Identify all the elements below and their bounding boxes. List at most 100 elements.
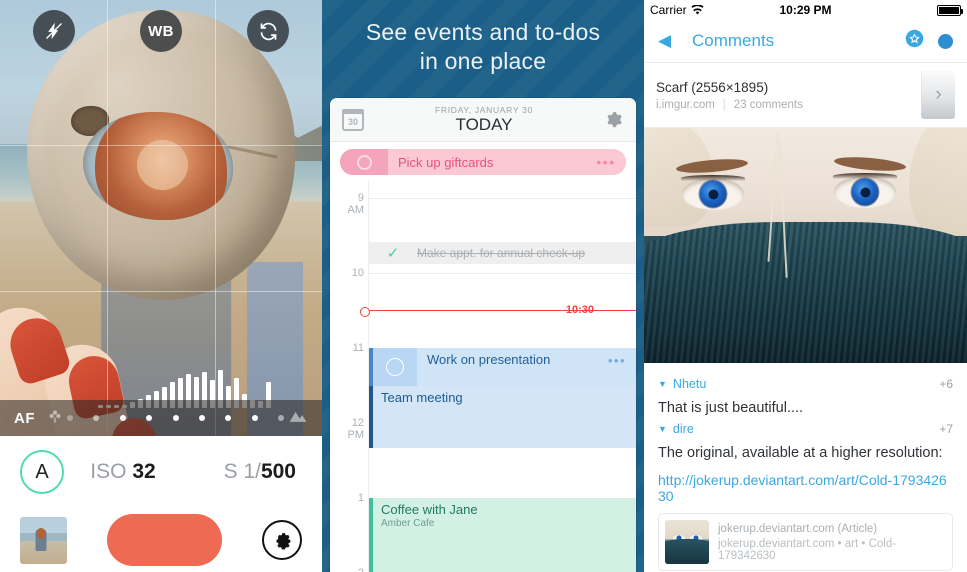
link-preview-text: jokerup.deviantart.com (Article) jokerup…	[718, 523, 946, 562]
comment-points: +6	[939, 377, 953, 391]
check-icon[interactable]: ✓	[369, 244, 417, 262]
white-balance-label: WB	[148, 22, 174, 40]
link-preview-card[interactable]: jokerup.deviantart.com (Article) jokerup…	[658, 513, 953, 571]
hour-label-text: 10	[351, 267, 364, 279]
calendar-events-column[interactable]: ✓ Make appt. for annual check-up Work on…	[368, 180, 636, 572]
camera-viewfinder[interactable]: WB AF	[0, 0, 322, 436]
shutter-area	[67, 514, 262, 566]
battery-full-icon	[937, 4, 963, 16]
switch-camera-button[interactable]	[247, 10, 290, 52]
current-time-line	[360, 306, 636, 317]
post-meta-row[interactable]: Scarf (2556×1895) i.imgur.com | 23 comme…	[644, 62, 967, 128]
comments-nav-bar: ◀ Comments	[644, 20, 967, 62]
favorite-button[interactable]	[905, 29, 924, 53]
hour-label-text: 1	[357, 492, 364, 504]
todo-more-button[interactable]: •••	[586, 154, 626, 170]
post-subtitle: i.imgur.com | 23 comments	[656, 99, 921, 111]
back-button[interactable]: ◀	[658, 31, 684, 51]
thumbnail-hair	[36, 527, 46, 539]
event-checkbox[interactable]	[373, 348, 417, 386]
calendar-app-frame: 30 FRIDAY, JANUARY 30 TODAY Pick up gift…	[330, 98, 636, 572]
iso-value: 32	[132, 460, 156, 483]
shutter-speed-readout[interactable]: S 1/500	[182, 460, 302, 484]
calendar-settings-button[interactable]	[604, 110, 624, 130]
hour-label-text: 11	[352, 342, 364, 354]
event-coffee-with-jane[interactable]: Coffee with Jane Amber Cafe	[369, 498, 636, 572]
completed-task-title: Make appt. for annual check-up	[417, 246, 586, 260]
todo-pill[interactable]: Pick up giftcards •••	[340, 149, 626, 175]
post-meta-text: Scarf (2556×1895) i.imgur.com | 23 comme…	[656, 80, 921, 111]
gear-icon	[607, 111, 622, 127]
status-dot-button[interactable]	[938, 33, 953, 49]
comment-header[interactable]: ▼ dire +7	[658, 422, 953, 436]
page-title: Comments	[692, 31, 775, 50]
landscape-mountain-icon[interactable]	[288, 408, 308, 429]
carrier-label: Carrier	[650, 3, 687, 17]
flash-off-icon	[45, 22, 62, 40]
calendar-title-block: FRIDAY, JANUARY 30 TODAY	[364, 105, 604, 134]
shutter-prefix: 1/	[243, 460, 261, 483]
calendar-day-number: 30	[347, 116, 358, 127]
hour-label-ampm: AM	[347, 204, 365, 216]
comment-username[interactable]: Nhetu	[673, 377, 939, 391]
post-image[interactable]	[644, 128, 967, 363]
event-more-button[interactable]: •••	[608, 353, 626, 368]
last-photo-thumbnail[interactable]	[20, 516, 67, 564]
auto-mode-button[interactable]: A	[20, 450, 64, 494]
hour-label: 2	[358, 567, 364, 572]
calendar-day-icon[interactable]: 30	[342, 108, 364, 131]
blue-dot-icon	[938, 33, 953, 49]
link-preview-thumbnail	[665, 520, 709, 564]
focus-distance-dots[interactable]	[63, 415, 288, 421]
hour-label: 11	[353, 342, 364, 354]
current-time-label: 10:30	[565, 304, 594, 316]
completed-task-row[interactable]: ✓ Make appt. for annual check-up	[369, 242, 636, 264]
collapse-caret-icon[interactable]: ▼	[658, 424, 667, 434]
calendar-promo-panel: See events and to-dos in one place 30 FR…	[322, 0, 644, 572]
eye-left	[682, 178, 744, 210]
comment-link[interactable]: http://jokerup.deviantart.com/art/Cold-1…	[658, 472, 953, 504]
comments-list: ▼ Nhetu +6 That is just beautiful.... ▼ …	[644, 363, 967, 571]
link-preview-title: jokerup.deviantart.com (Article)	[718, 522, 878, 535]
shutter-value: 500	[260, 460, 296, 483]
iso-readout[interactable]: ISO 32	[64, 460, 182, 484]
post-source: i.imgur.com	[656, 98, 715, 111]
ios-status-bar: Carrier 10:29 PM	[644, 0, 967, 20]
macro-flower-icon[interactable]	[47, 408, 63, 429]
status-time: 10:29 PM	[779, 3, 832, 17]
comments-app-panel: Carrier 10:29 PM ◀ Comments Scarf (2556×…	[644, 0, 967, 572]
iris-left	[699, 180, 727, 208]
af-label: AF	[14, 409, 35, 427]
eyelash-left	[681, 175, 745, 181]
preview-scarf	[665, 539, 709, 564]
camera-bottom-bar: A ISO 32 S 1/500	[0, 436, 322, 572]
switch-camera-icon	[260, 22, 277, 40]
carrier-block: Carrier	[650, 3, 753, 17]
calendar-day-grid[interactable]: 9 AM 10 11 12 PM 1 2	[330, 180, 636, 572]
hour-label: 1	[358, 492, 364, 504]
white-balance-button[interactable]: WB	[139, 10, 182, 52]
gear-icon	[276, 533, 291, 550]
focus-mode-bar[interactable]: AF	[0, 400, 322, 436]
iso-label: ISO	[90, 460, 127, 483]
hour-label-text: 12	[351, 417, 364, 429]
chevron-right-icon: ›	[935, 84, 942, 105]
comment-header[interactable]: ▼ Nhetu +6	[658, 377, 953, 391]
todo-checkbox[interactable]	[340, 149, 388, 175]
link-preview-breadcrumb: jokerup.deviantart.com • art • Cold-1793…	[718, 537, 897, 562]
tagline-line-1: See events and to-dos	[365, 19, 601, 45]
post-title: Scarf (2556×1895)	[656, 79, 769, 95]
collapse-caret-icon[interactable]: ▼	[658, 379, 667, 389]
promo-tagline: See events and to-dos in one place	[322, 0, 644, 77]
shutter-button[interactable]	[107, 514, 222, 566]
event-work-on-presentation[interactable]: Work on presentation •••	[369, 348, 636, 386]
camera-action-row	[0, 508, 322, 572]
flash-off-button[interactable]	[32, 10, 75, 52]
calendar-hour-rail: 9 AM 10 11 12 PM 1 2	[330, 180, 368, 572]
eyelash-right	[833, 173, 897, 179]
event-team-meeting[interactable]: Team meeting	[369, 386, 636, 448]
next-post-button[interactable]: ›	[921, 71, 955, 119]
camera-settings-button[interactable]	[262, 520, 302, 560]
comment-body: That is just beautiful....	[658, 400, 804, 416]
comment-username[interactable]: dire	[673, 422, 939, 436]
